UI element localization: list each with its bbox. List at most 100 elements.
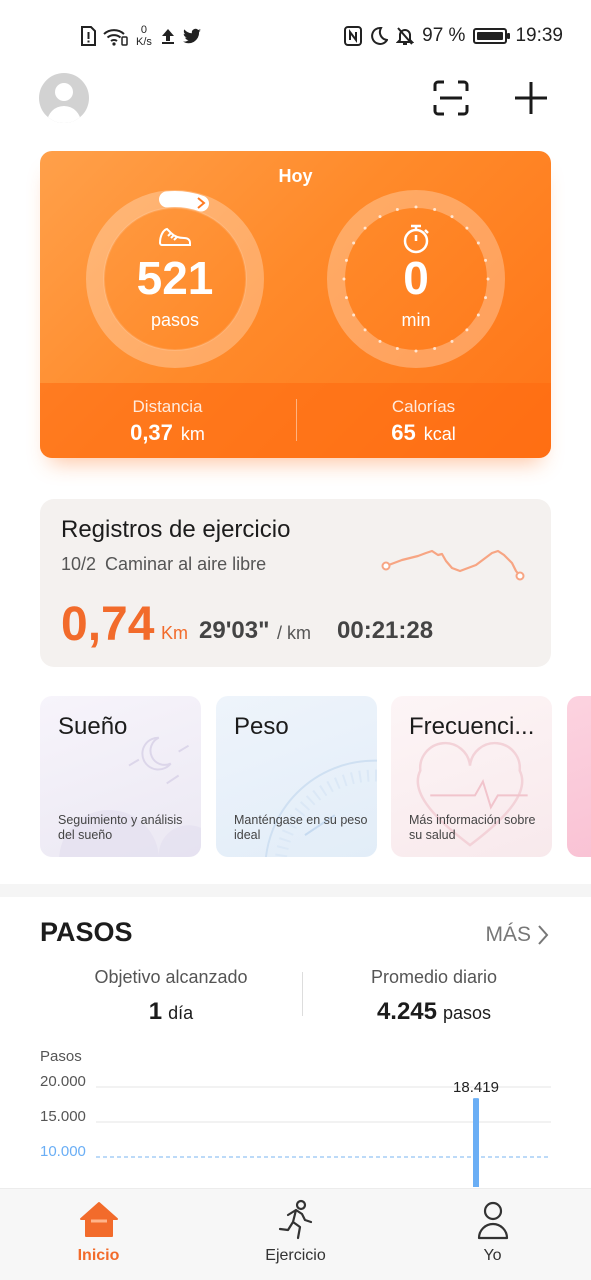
goal-label: Objetivo alcanzado [94,967,248,987]
moon-icon [371,26,389,45]
steps-title: PASOS [40,917,133,947]
chevron-right-icon [538,925,549,945]
exercise-records-card[interactable]: Registros de ejercicio 10/2 Caminar al ai… [40,499,551,667]
exercise-date: 10/2 [61,554,97,574]
distance-stat: Distancia 0,37 km [40,397,295,446]
nfc-icon [344,26,363,46]
battery-level [477,32,503,40]
minutes-ring-dot [352,241,356,245]
minutes-ring-dot [450,215,454,219]
average-value: 4.245 [376,998,437,1025]
nav-exercise-label: Ejercicio [265,1247,326,1264]
upload-icon [161,29,174,44]
steps-ring[interactable]: 521 pasos [85,189,265,369]
nav-home[interactable]: Inicio [0,1189,197,1280]
steps-chart: Pasos 20.000 15.000 10.000 18.419 [40,1048,551,1187]
nav-me-label: Yo [483,1247,502,1264]
distance-label: Distancia [132,397,203,416]
tile-sleep[interactable]: Sueño Seguimiento y análisis del sueño [40,696,201,857]
running-icon [278,1199,313,1240]
exercise-activity: Caminar al aire libre [105,554,267,574]
average-label: Promedio diario [370,967,498,987]
chart-y-tick: 20.000 [40,1073,86,1090]
exercise-subtitle: 10/2 Caminar al aire libre [61,554,275,575]
chart-bar [473,1098,479,1187]
distance-value: 0,37 [130,420,173,445]
speed-value: 0 [140,24,148,36]
minutes-ring-dot [378,339,382,343]
steps-unit: pasos [150,310,200,330]
network-speed: 0 K/s [136,24,152,48]
more-label: MÁS [485,923,531,946]
exercise-pace-unit: / km [277,623,311,643]
tile-next[interactable] [567,696,591,857]
minutes-ring-dot [476,241,480,245]
minutes-ring-dot [395,347,399,351]
tile-heart-rate-desc: Más información sobre su salud [409,813,536,842]
status-bar: 0 K/s 97 % 19:39 [0,18,591,54]
chart-y-label: Pasos [40,1048,82,1065]
calories-label: Calorías [391,397,456,416]
chart-data-label: 18.419 [453,1079,499,1096]
avatar[interactable] [39,73,89,123]
tile-weight-desc: Manténgase en su peso ideal [234,813,368,842]
more-button[interactable]: MÁS [485,923,549,947]
minutes-ring-dot [414,205,418,209]
minutes-ring[interactable]: 0 min [326,189,506,369]
bottom-nav: Inicio Ejercicio Yo [0,1188,591,1280]
exercise-title: Registros de ejercicio [61,516,291,543]
calories-unit: kcal [423,424,456,444]
today-card[interactable]: Hoy 521 pasos 0 min Distancia 0,37 km Ca… [40,151,551,458]
chart-y-tick: 10.000 [40,1143,86,1160]
minutes-value: 0 [403,252,429,304]
nav-exercise[interactable]: Ejercicio [197,1189,394,1280]
status-right: 97 % 19:39 [344,18,563,54]
route-map-icon [381,549,525,581]
scan-icon [433,80,469,116]
add-button[interactable] [511,78,551,118]
average-unit: pasos [443,1003,492,1023]
minutes-ring-dot [378,215,382,219]
minutes-ring-dot [433,207,437,211]
nav-me[interactable]: Yo [394,1189,591,1280]
minutes-ring-dot [433,347,437,351]
minutes-ring-dot [363,226,367,230]
exercise-duration: 00:21:28 [337,617,434,644]
bell-muted-icon [396,27,415,45]
plus-icon [515,82,547,114]
sim-alert-icon [81,26,96,46]
minutes-ring-dot [414,349,418,353]
calories-stat: Calorías 65 kcal [296,397,551,446]
minutes-ring-dot [465,226,469,230]
exercise-distance: 0,74 [61,598,155,651]
shoe-icon [158,227,191,246]
scan-button[interactable] [431,78,471,118]
home-icon [80,1202,118,1237]
profile-icon [477,1201,509,1240]
average-summary: Promedio diario 4.245 pasos [303,967,565,1026]
twitter-icon [182,28,201,44]
battery-icon [473,28,511,44]
tile-heart-rate-title: Frecuenci... [409,713,535,740]
battery-percent: 97 % [422,25,466,46]
minutes-unit: min [401,310,431,330]
chart-y-tick: 15.000 [40,1108,86,1125]
tile-heart-rate[interactable]: Frecuenci... Más información sobre su sa… [391,696,552,857]
today-title: Hoy [278,166,313,186]
exercise-pace: 29'03" [199,617,270,644]
tile-weight[interactable]: Peso Manténgase en su peso ideal [216,696,377,857]
nav-home-label: Inicio [77,1247,120,1264]
distance-unit: km [180,424,205,444]
wifi-icon [103,29,128,46]
minutes-ring-dot [395,207,399,211]
goal-summary: Objetivo alcanzado 1 día [40,967,302,1026]
goal-unit: día [168,1003,194,1023]
speed-unit: K/s [136,36,152,48]
minutes-ring-dot [450,339,454,343]
steps-value: 521 [136,252,214,304]
exercise-distance-unit: Km [161,623,188,643]
tile-weight-title: Peso [234,713,289,740]
calories-value: 65 [391,420,416,445]
tile-sleep-title: Sueño [58,713,128,740]
clock: 19:39 [515,25,563,46]
